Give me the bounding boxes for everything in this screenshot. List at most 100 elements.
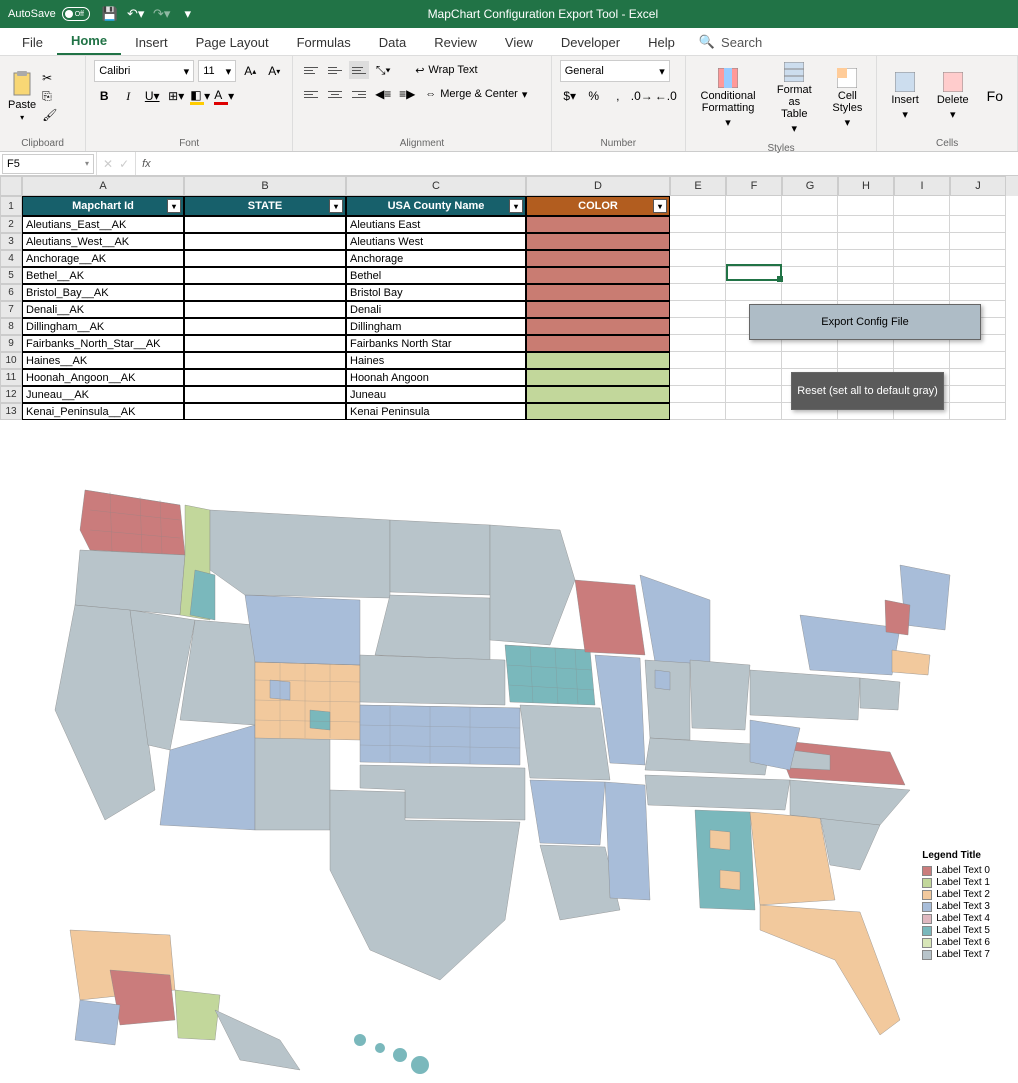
- cell[interactable]: [526, 301, 670, 318]
- tab-view[interactable]: View: [491, 30, 547, 55]
- align-middle-button[interactable]: [325, 61, 345, 79]
- cell[interactable]: [838, 216, 894, 233]
- align-bottom-button[interactable]: [349, 61, 369, 79]
- align-center-button[interactable]: [325, 85, 345, 103]
- cell[interactable]: [526, 250, 670, 267]
- cell[interactable]: [726, 216, 782, 233]
- tab-home[interactable]: Home: [57, 28, 121, 55]
- autosave-toggle[interactable]: AutoSave Off: [8, 7, 90, 21]
- cell[interactable]: Bristol_Bay__AK: [22, 284, 184, 301]
- tab-insert[interactable]: Insert: [121, 30, 182, 55]
- align-left-button[interactable]: [301, 85, 321, 103]
- cell[interactable]: [782, 216, 838, 233]
- cell[interactable]: Hoonah_Angoon__AK: [22, 369, 184, 386]
- cell[interactable]: Aleutians_West__AK: [22, 233, 184, 250]
- increase-indent-button[interactable]: ≡▶: [397, 84, 417, 104]
- decrease-font-icon[interactable]: A▾: [264, 61, 284, 81]
- cell[interactable]: [526, 352, 670, 369]
- cell[interactable]: Kenai Peninsula: [346, 403, 526, 420]
- cell[interactable]: [526, 403, 670, 420]
- column-header-D[interactable]: D: [526, 176, 670, 196]
- cell[interactable]: [670, 318, 726, 335]
- insert-cells-button[interactable]: Insert▾: [885, 70, 925, 123]
- cell[interactable]: [950, 386, 1006, 403]
- cell[interactable]: [726, 386, 782, 403]
- cell[interactable]: [184, 335, 346, 352]
- worksheet[interactable]: ABCDEFGHIJ 1Mapchart Id▾STATE▾USA County…: [0, 176, 1018, 420]
- toggle-off-icon[interactable]: Off: [62, 7, 90, 21]
- cell[interactable]: [670, 250, 726, 267]
- cell[interactable]: [526, 335, 670, 352]
- row-header-2[interactable]: 2: [0, 216, 22, 233]
- cell[interactable]: [950, 369, 1006, 386]
- cell[interactable]: [670, 369, 726, 386]
- borders-button[interactable]: ⊞▾: [166, 86, 186, 106]
- cell[interactable]: [950, 216, 1006, 233]
- cell[interactable]: [184, 301, 346, 318]
- format-cells-button[interactable]: Fo: [981, 86, 1009, 106]
- cell[interactable]: [894, 216, 950, 233]
- cell[interactable]: [670, 301, 726, 318]
- column-header-C[interactable]: C: [346, 176, 526, 196]
- tab-help[interactable]: Help: [634, 30, 689, 55]
- paste-button[interactable]: Paste ▾: [8, 71, 36, 122]
- filter-button[interactable]: ▾: [329, 199, 343, 213]
- cell[interactable]: [726, 233, 782, 250]
- cell[interactable]: [782, 233, 838, 250]
- row-header-1[interactable]: 1: [0, 196, 22, 216]
- cell[interactable]: [526, 386, 670, 403]
- row-header-7[interactable]: 7: [0, 301, 22, 318]
- delete-cells-button[interactable]: Delete▾: [931, 70, 975, 123]
- cell[interactable]: [184, 403, 346, 420]
- row-header-10[interactable]: 10: [0, 352, 22, 369]
- orientation-button[interactable]: ⤡▾: [373, 60, 393, 80]
- cell[interactable]: [782, 284, 838, 301]
- font-color-button[interactable]: A▾: [214, 86, 234, 106]
- row-header-8[interactable]: 8: [0, 318, 22, 335]
- cell[interactable]: Anchorage: [346, 250, 526, 267]
- column-header-A[interactable]: A: [22, 176, 184, 196]
- cell-styles-button[interactable]: Cell Styles▾: [826, 66, 868, 131]
- cell[interactable]: [670, 196, 726, 216]
- italic-button[interactable]: I: [118, 86, 138, 106]
- cell[interactable]: Bethel__AK: [22, 267, 184, 284]
- cell[interactable]: [526, 318, 670, 335]
- format-painter-icon[interactable]: 🖌: [42, 108, 57, 122]
- cell[interactable]: [670, 335, 726, 352]
- column-header-G[interactable]: G: [782, 176, 838, 196]
- row-header-13[interactable]: 13: [0, 403, 22, 420]
- column-header-J[interactable]: J: [950, 176, 1006, 196]
- cell[interactable]: Bristol Bay: [346, 284, 526, 301]
- column-header-H[interactable]: H: [838, 176, 894, 196]
- increase-font-icon[interactable]: A▴: [240, 61, 260, 81]
- cell[interactable]: [950, 403, 1006, 420]
- font-name-select[interactable]: Calibri▾: [94, 60, 194, 82]
- cell[interactable]: [526, 233, 670, 250]
- conditional-formatting-button[interactable]: Conditional Formatting▾: [694, 66, 762, 131]
- cell[interactable]: [670, 216, 726, 233]
- cell[interactable]: Bethel: [346, 267, 526, 284]
- tab-data[interactable]: Data: [365, 30, 420, 55]
- cell[interactable]: Juneau__AK: [22, 386, 184, 403]
- cell[interactable]: [950, 196, 1006, 216]
- cell[interactable]: [526, 369, 670, 386]
- cell[interactable]: [726, 352, 782, 369]
- cell[interactable]: [670, 352, 726, 369]
- cell[interactable]: [726, 403, 782, 420]
- formula-input[interactable]: [157, 154, 1018, 174]
- cell[interactable]: Dillingham__AK: [22, 318, 184, 335]
- cell[interactable]: Haines: [346, 352, 526, 369]
- tab-file[interactable]: File: [8, 30, 57, 55]
- row-header-4[interactable]: 4: [0, 250, 22, 267]
- cell[interactable]: Kenai_Peninsula__AK: [22, 403, 184, 420]
- cell[interactable]: [184, 267, 346, 284]
- row-header-3[interactable]: 3: [0, 233, 22, 250]
- wrap-text-button[interactable]: ↩Wrap Text: [411, 62, 481, 79]
- export-config-button[interactable]: Export Config File: [749, 304, 981, 340]
- cell[interactable]: [184, 318, 346, 335]
- column-header-F[interactable]: F: [726, 176, 782, 196]
- cell[interactable]: [782, 267, 838, 284]
- cell[interactable]: Fairbanks_North_Star__AK: [22, 335, 184, 352]
- cell[interactable]: Aleutians West: [346, 233, 526, 250]
- cell[interactable]: [894, 250, 950, 267]
